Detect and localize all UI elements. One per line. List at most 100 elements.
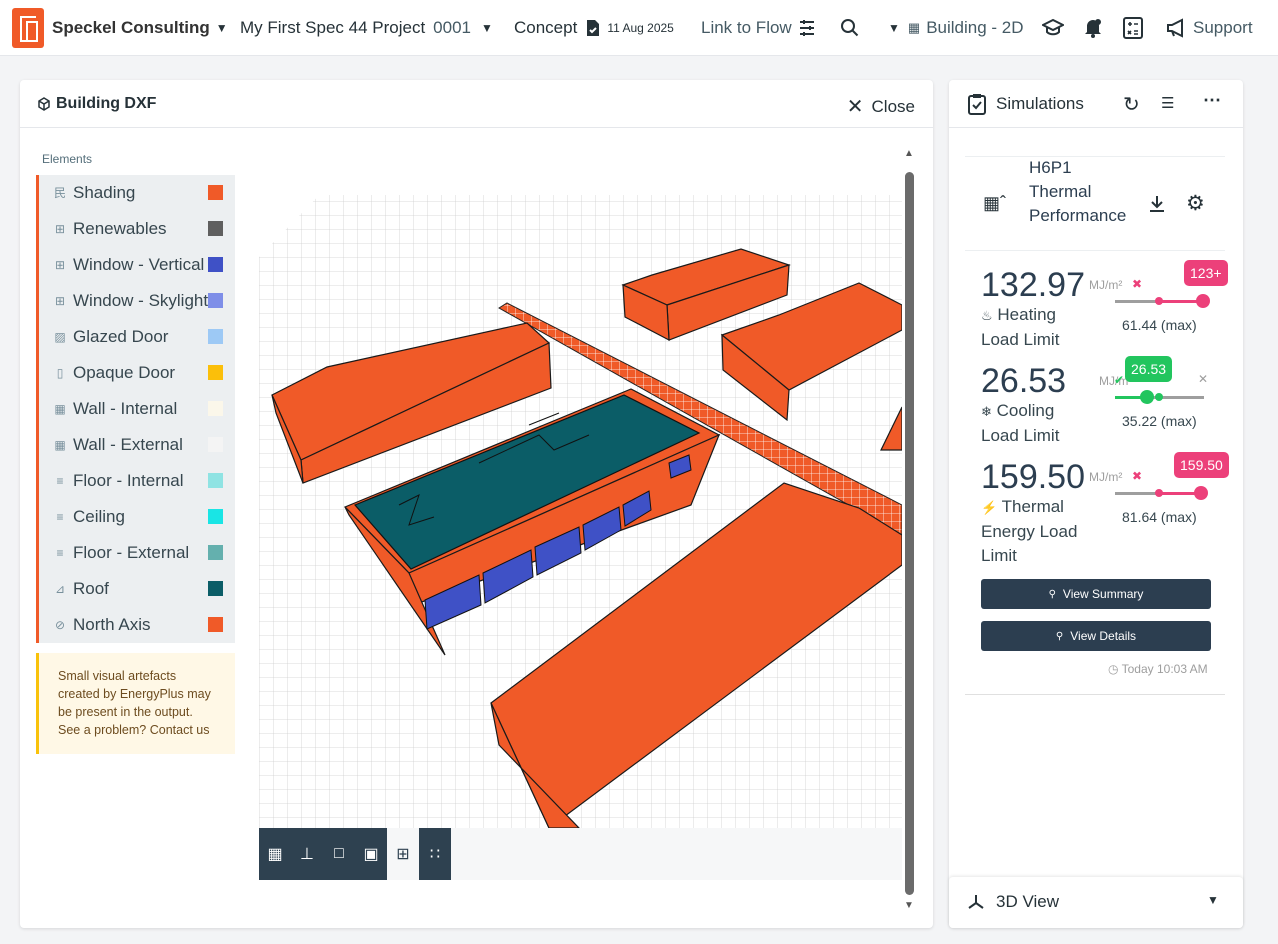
more-options-icon[interactable]: ⋯ [1203,90,1221,111]
divider [965,694,1225,695]
element-item[interactable]: ⊘ North Axis [39,607,235,643]
download-icon[interactable] [1148,194,1166,214]
slider-knob[interactable] [1140,390,1154,404]
element-item[interactable]: ≡ Floor - Internal [39,463,235,499]
element-color-swatch[interactable] [208,401,223,416]
element-item[interactable]: ▦ Wall - Internal [39,391,235,427]
chevron-down-icon[interactable]: ▼ [1207,893,1219,907]
note-line: created by EnergyPlus may [58,687,211,701]
note-contact-link[interactable]: See a problem? Contact us [58,721,223,739]
panel-header: Building DXF ✕ Close [20,80,933,128]
chevron-down-icon: ▼ [888,21,900,35]
grid-icon: ▦ [267,846,283,863]
company-switcher[interactable]: Speckel Consulting ▼ [52,0,228,56]
link-to-flow-label: Link to Flow [701,18,792,37]
element-color-swatch[interactable] [208,257,223,272]
clipboard-check-icon [968,93,986,115]
model-viewport[interactable] [259,145,902,828]
timestamp: ◷ Today 10:03 AM [1108,662,1208,676]
3d-view-section[interactable]: 3D View ▼ [949,877,1243,928]
element-color-swatch[interactable] [208,437,223,452]
element-item[interactable]: ⺠ Shading [39,175,235,211]
element-item[interactable]: ⊿ Roof [39,571,235,607]
element-color-swatch[interactable] [208,185,223,200]
project-switcher[interactable]: My First Spec 44 Project 0001 ▼ [240,0,493,56]
element-color-swatch[interactable] [208,617,223,632]
cooling-value: 26.53 [981,362,1067,400]
plan-view-button[interactable]: □ [323,828,355,880]
checklist-icon[interactable]: ☰ [1161,94,1174,112]
stage-date: 11 Aug 2025 [607,21,674,35]
thermal-energy-label: ⚡ Thermal Energy Load Limit [981,497,1078,565]
slider-knob[interactable] [1194,486,1208,500]
element-item[interactable]: ⊞ Renewables [39,211,235,247]
view-summary-button[interactable]: ⚲ View Summary [981,579,1211,609]
support-button[interactable]: Support [1166,0,1253,56]
dots-grid-button[interactable]: ∷ [419,828,451,880]
element-color-swatch[interactable] [208,581,223,596]
viewport-scrollbar[interactable] [905,172,914,895]
stage-label: Concept [514,18,578,37]
element-item[interactable]: ▯ Opaque Door [39,355,235,391]
element-color-swatch[interactable] [208,221,223,236]
element-item[interactable]: ⊞ Window - Vertical [39,247,235,283]
layers-button[interactable]: ▣ [355,828,387,880]
viewport-toolbar: ▦ ⊥ □ ▣ ⊞ ∷ [259,828,902,880]
element-color-swatch[interactable] [208,365,223,380]
element-color-swatch[interactable] [208,473,223,488]
refresh-icon[interactable]: ↻ [1123,92,1140,117]
scroll-down-icon[interactable]: ▼ [904,900,914,911]
building-icon: ▦ [907,20,921,35]
building-model-render[interactable] [259,145,902,828]
notification-bell-icon[interactable] [1083,17,1103,39]
fail-icon: ✖ [1132,277,1143,291]
scroll-up-icon[interactable]: ▲ [904,148,914,159]
element-color-swatch[interactable] [208,293,223,308]
stage-selector[interactable]: Concept 11 Aug 2025 [514,0,674,56]
company-logo[interactable] [12,8,44,48]
element-item[interactable]: ≡ Floor - External [39,535,235,571]
top-bar: Speckel Consulting ▼ My First Spec 44 Pr… [0,0,1278,56]
building-icon[interactable]: ▦ˆ [983,193,1006,214]
grid-toggle-button[interactable]: ⊞ [387,828,419,880]
close-button[interactable]: ✕ Close [847,94,915,119]
element-label: Floor - External [73,543,190,562]
element-label: Window - Vertical [73,255,205,274]
element-item[interactable]: ▦ Wall - External [39,427,235,463]
element-color-swatch[interactable] [208,509,223,524]
search-icon: ⚲ [1048,588,1056,600]
heating-label: ♨ Heating Load Limit [981,305,1060,349]
graduation-cap-icon[interactable] [1042,18,1064,38]
cooling-label: ❄ Cooling Load Limit [981,401,1060,445]
element-label: Opaque Door [73,363,176,382]
element-item[interactable]: ▨ Glazed Door [39,319,235,355]
value-bubble: 123+ [1184,260,1228,286]
slider-knob[interactable] [1196,294,1210,308]
link-to-flow-button[interactable]: Link to Flow [701,0,817,56]
calculator-icon[interactable] [1123,17,1143,39]
snowflake-icon: ❄ [981,404,992,419]
axes-button[interactable]: ⊥ [291,828,323,880]
element-label: Glazed Door [73,327,169,346]
close-label: Close [871,96,915,116]
view-selector[interactable]: ▼ ▦ Building - 2D [888,0,1024,56]
close-icon[interactable]: ✕ [1198,372,1208,386]
search-icon[interactable] [840,18,860,38]
element-color-swatch[interactable] [208,329,223,344]
element-color-swatch[interactable] [208,545,223,560]
close-icon: ✕ [846,96,864,118]
element-item[interactable]: ⊞ Window - Skylight [39,283,235,319]
note-line: Small visual artefacts [58,669,177,683]
view-details-button[interactable]: ⚲ View Details [981,621,1211,651]
shading-icon: ⺠ [53,186,66,200]
3d-view-label: 3D View [996,892,1059,911]
search-icon: ⚲ [1055,630,1064,642]
chevron-down-icon: ▼ [481,21,493,35]
chevron-down-icon: ▼ [215,21,228,35]
settings-gear-icon[interactable]: ⚙ [1186,191,1205,216]
element-label: Roof [73,579,109,598]
flame-icon: ♨ [981,308,993,323]
element-item[interactable]: ≡ Ceiling [39,499,235,535]
element-label: Window - Skylight [73,291,209,310]
grid-view-button[interactable]: ▦ [259,828,291,880]
